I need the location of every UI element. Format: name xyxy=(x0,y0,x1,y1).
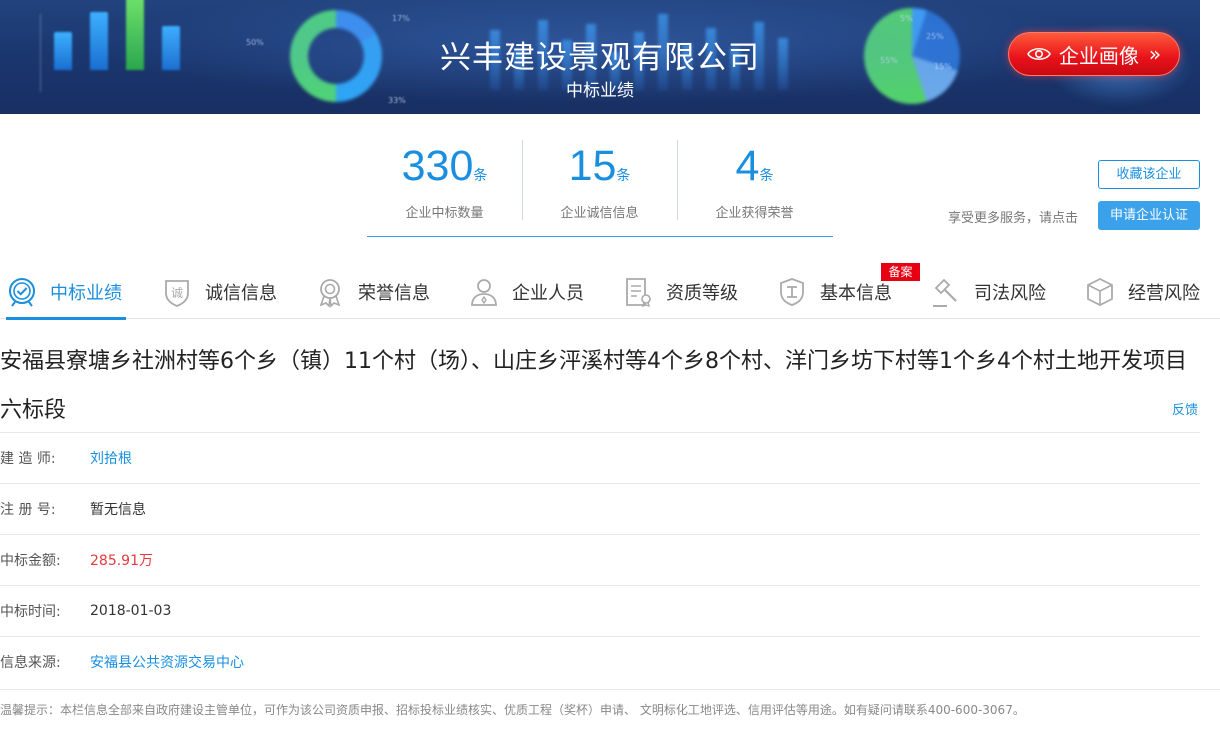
person-icon xyxy=(471,279,497,306)
feedback-link[interactable]: 反馈 xyxy=(1172,399,1198,418)
project-title: 安福县寮塘乡社洲村等6个乡（镇）11个村（场）、山庄乡泙溪村等4个乡8个村、洋门… xyxy=(0,349,1187,423)
stat-unit: 条 xyxy=(473,168,488,184)
tab-label: 基本信息 xyxy=(820,283,892,304)
tab-label: 中标业绩 xyxy=(50,283,122,304)
detail-key: 信息来源: xyxy=(0,655,61,671)
detail-key: 建 造 师: xyxy=(0,451,56,467)
medal-icon xyxy=(319,279,341,308)
shield-cheng-icon: 诚 xyxy=(165,280,189,307)
record-badge: 备案 xyxy=(881,263,920,281)
stat-label: 企业中标数量 xyxy=(405,206,484,221)
section-tabs: 中标业绩 诚 诚信信息 荣誉信息 企业人员 资质等级 基本信息 司法风险 经营风… xyxy=(0,265,1220,320)
tab-integrity-info[interactable]: 诚 诚信信息 xyxy=(161,265,277,319)
svg-text:诚: 诚 xyxy=(171,286,183,300)
detail-row-amount: 中标金额: 285.91万 xyxy=(0,534,1200,585)
builder-link[interactable]: 刘拾根 xyxy=(90,448,132,468)
detail-row-source: 信息来源: 安福县公共资源交易中心 xyxy=(0,636,1200,687)
eye-icon xyxy=(1026,47,1051,61)
tab-label: 经营风险 xyxy=(1128,283,1200,304)
stat-honor-count[interactable]: 4条 企业获得荣誉 xyxy=(677,140,832,221)
banner-decor-label: 5% xyxy=(900,14,913,23)
company-stats: 330条 企业中标数量 15条 企业诚信信息 4条 企业获得荣誉 xyxy=(367,140,833,237)
project-details: 建 造 师: 刘拾根 注 册 号: 暂无信息 中标金额: 285.91万 中标时… xyxy=(0,432,1200,687)
company-portrait-label: 企业画像 xyxy=(1058,43,1139,68)
bid-date: 2018-01-03 xyxy=(90,603,172,619)
tab-company-staff[interactable]: 企业人员 xyxy=(468,265,584,319)
page-subtitle: 中标业绩 xyxy=(566,81,634,101)
tab-bid-performance[interactable]: 中标业绩 xyxy=(6,265,126,320)
stat-value: 15 xyxy=(568,142,617,190)
more-services-text: 享受更多服务，请点击 xyxy=(948,211,1079,226)
check-circle-icon xyxy=(9,278,35,307)
tab-label: 司法风险 xyxy=(974,283,1046,304)
stat-value: 4 xyxy=(735,142,760,190)
tab-label: 诚信信息 xyxy=(205,283,277,304)
company-banner: 50% 17% 33% 5% 25% 55% 15% 兴丰建设景观有限公司 中标… xyxy=(0,0,1200,114)
stat-unit: 条 xyxy=(616,168,631,184)
certificate-icon xyxy=(626,278,651,308)
warm-tip-notice: 温馨提示：本栏信息全部来自政府建设主管单位，可作为该公司资质申报、招标投标业绩核… xyxy=(0,689,1220,729)
stat-integrity-count[interactable]: 15条 企业诚信信息 xyxy=(522,140,677,221)
company-portrait-button[interactable]: 企业画像 » xyxy=(1008,32,1180,76)
stat-bid-count[interactable]: 330条 企业中标数量 xyxy=(367,140,522,221)
stat-label: 企业诚信信息 xyxy=(560,206,639,221)
detail-key: 中标时间: xyxy=(0,604,61,620)
stat-value: 330 xyxy=(401,142,474,190)
source-link[interactable]: 安福县公共资源交易中心 xyxy=(90,652,244,672)
detail-key: 中标金额: xyxy=(0,553,61,569)
stat-unit: 条 xyxy=(759,168,774,184)
detail-key: 注 册 号: xyxy=(0,502,56,518)
bid-amount: 285.91万 xyxy=(90,553,153,569)
tab-honor-info[interactable]: 荣誉信息 xyxy=(314,265,430,319)
tab-qualification-level[interactable]: 资质等级 xyxy=(622,265,738,319)
banner-decor-label: 17% xyxy=(392,14,410,23)
tab-basic-info[interactable]: 基本信息 xyxy=(776,265,892,319)
shield-gong-icon xyxy=(780,278,804,306)
tab-operating-risk[interactable]: 经营风险 xyxy=(1084,265,1200,319)
tab-label: 荣誉信息 xyxy=(358,283,430,304)
tab-judicial-risk[interactable]: 司法风险 xyxy=(930,265,1046,319)
tab-label: 企业人员 xyxy=(512,283,584,304)
gavel-icon xyxy=(933,278,957,307)
detail-row-date: 中标时间: 2018-01-03 xyxy=(0,585,1200,636)
detail-value: 暂无信息 xyxy=(90,502,146,518)
tab-label: 资质等级 xyxy=(666,283,738,304)
detail-row-registration: 注 册 号: 暂无信息 xyxy=(0,483,1200,534)
cube-icon xyxy=(1087,277,1113,307)
apply-certification-button[interactable]: 申请企业认证 xyxy=(1098,201,1200,230)
double-chevron-right-icon: » xyxy=(1148,42,1162,66)
favorite-company-button[interactable]: 收藏该企业 xyxy=(1098,160,1200,189)
detail-row-builder: 建 造 师: 刘拾根 xyxy=(0,432,1200,483)
stat-label: 企业获得荣誉 xyxy=(715,206,794,221)
